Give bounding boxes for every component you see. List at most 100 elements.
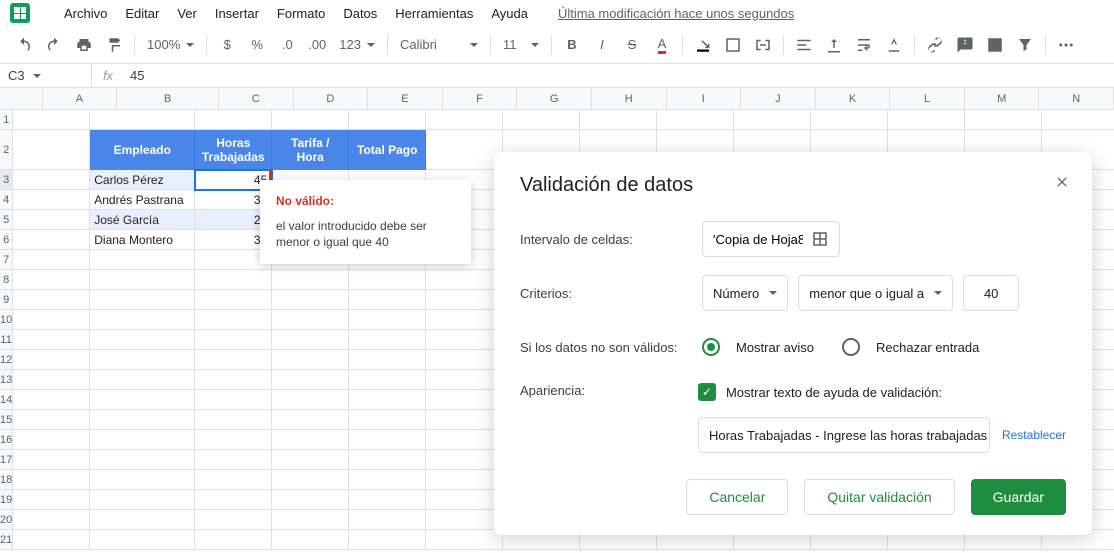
cell[interactable] [734,110,811,130]
col-header[interactable]: J [741,88,816,109]
cell[interactable] [13,210,90,230]
cell[interactable] [272,350,349,370]
cell[interactable] [13,370,90,390]
cell[interactable] [349,410,426,430]
row-header[interactable]: 18 [0,470,13,490]
criteria-value-input[interactable]: 40 [963,275,1019,311]
cell[interactable] [195,290,272,310]
cell[interactable] [90,330,195,350]
cell[interactable] [349,510,426,530]
row-header[interactable]: 6 [0,230,13,250]
cell[interactable] [195,330,272,350]
cell[interactable] [13,410,90,430]
cell[interactable] [13,190,90,210]
show-warning-radio[interactable] [702,338,720,356]
cell[interactable] [426,330,503,350]
menu-archivo[interactable]: Archivo [56,2,115,25]
more-icon[interactable] [1052,31,1080,59]
cell[interactable] [272,410,349,430]
cell[interactable] [90,490,195,510]
cell[interactable] [13,510,90,530]
row-header[interactable]: 13 [0,370,13,390]
criteria-op-dropdown[interactable]: menor que o igual a [798,275,953,311]
cell[interactable] [426,130,503,170]
cell[interactable] [90,350,195,370]
save-button[interactable]: Guardar [971,479,1066,515]
reset-link[interactable]: Restablecer [1002,428,1066,442]
row-header[interactable]: 19 [0,490,13,510]
cell[interactable] [888,110,965,130]
cell[interactable] [195,530,272,550]
select-all-corner[interactable] [0,88,43,109]
reject-input-radio[interactable] [842,338,860,356]
row-header[interactable]: 14 [0,390,13,410]
cell[interactable] [349,350,426,370]
cell[interactable] [195,110,272,130]
col-header[interactable]: N [1039,88,1114,109]
col-header[interactable]: K [816,88,891,109]
row-header[interactable]: 17 [0,450,13,470]
cell[interactable] [272,470,349,490]
cell[interactable] [349,390,426,410]
decrease-decimal-icon[interactable]: .0 [273,31,301,59]
cell[interactable] [195,370,272,390]
cell[interactable] [349,290,426,310]
cancel-button[interactable]: Cancelar [686,479,788,515]
halign-icon[interactable] [790,31,818,59]
row-header[interactable]: 9 [0,290,13,310]
row-header[interactable]: 20 [0,510,13,530]
cell[interactable] [13,470,90,490]
cell[interactable] [195,310,272,330]
formula-input[interactable]: 45 [124,68,144,83]
cell[interactable] [349,370,426,390]
cell[interactable] [13,450,90,470]
text-color-icon[interactable]: A [648,31,676,59]
cell[interactable] [426,290,503,310]
rotate-icon[interactable] [880,31,908,59]
number-format-dropdown[interactable]: 123 [333,31,381,59]
cell[interactable] [13,110,90,130]
cell[interactable]: José García [90,210,195,230]
show-help-checkbox[interactable]: ✓ [698,383,716,401]
paint-format-icon[interactable] [100,31,128,59]
cell[interactable] [90,270,195,290]
menu-datos[interactable]: Datos [335,2,385,25]
print-icon[interactable] [70,31,98,59]
cell[interactable] [503,110,580,130]
col-header[interactable]: A [43,88,118,109]
cell[interactable] [349,310,426,330]
last-modified-link[interactable]: Última modificación hace unos segundos [558,6,794,21]
cell[interactable] [195,390,272,410]
cell[interactable] [13,290,90,310]
cell[interactable] [349,530,426,550]
bold-icon[interactable]: B [558,31,586,59]
merge-icon[interactable] [749,31,777,59]
cell[interactable] [195,430,272,450]
cell[interactable] [272,290,349,310]
cell[interactable] [426,270,503,290]
row-header[interactable]: 10 [0,310,13,330]
cell[interactable] [965,110,1042,130]
cell[interactable] [195,490,272,510]
cell[interactable] [1042,110,1114,130]
italic-icon[interactable]: I [588,31,616,59]
strike-icon[interactable]: S [618,31,646,59]
cell[interactable] [349,110,426,130]
col-header[interactable]: F [443,88,518,109]
row-header[interactable]: 8 [0,270,13,290]
cell[interactable] [13,250,90,270]
col-header[interactable]: I [667,88,742,109]
menu-ver[interactable]: Ver [169,2,205,25]
cell[interactable] [13,310,90,330]
link-icon[interactable] [921,31,949,59]
help-text-input[interactable]: Horas Trabajadas - Ingrese las horas tra… [698,417,990,453]
row-header[interactable]: 11 [0,330,13,350]
menu-herramientas[interactable]: Herramientas [387,2,481,25]
range-input[interactable] [702,221,840,257]
increase-decimal-icon[interactable]: .00 [303,31,331,59]
cell[interactable] [13,350,90,370]
row-header[interactable]: 15 [0,410,13,430]
row-header[interactable]: 2 [0,130,13,170]
cell[interactable] [90,250,195,270]
table-header[interactable]: HorasTrabajadas [195,130,272,170]
